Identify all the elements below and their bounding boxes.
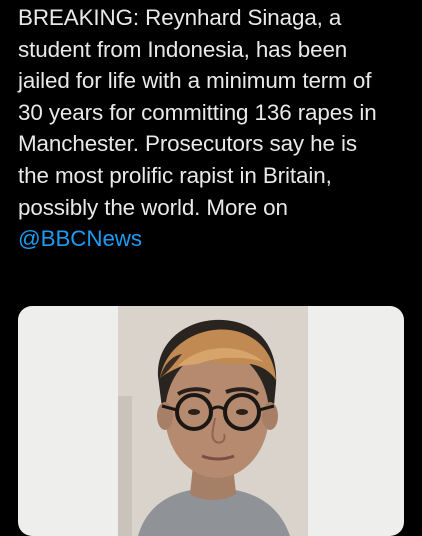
- mugshot-photo: [118, 306, 308, 536]
- tweet-text-line: the most prolific rapist in Britain,: [18, 162, 332, 188]
- tweet-text-line: student from Indonesia, has been: [18, 36, 348, 62]
- tweet-text-line: BREAKING: Reynhard Sinaga, a: [18, 5, 342, 30]
- tweet-text-line: Manchester. Prosecutors say he is: [18, 131, 357, 157]
- portrait-image: [118, 306, 308, 536]
- tweet-text: BREAKING: Reynhard Sinaga, a student fro…: [18, 2, 416, 255]
- tweet-text-line: 30 years for committing 136 rapes in: [18, 99, 377, 125]
- tweet-text-line: jailed for life with a minimum term of: [18, 68, 372, 94]
- tweet-text-line: possibly the world. More on: [18, 194, 288, 220]
- media-card[interactable]: [18, 306, 404, 536]
- mention-link[interactable]: @BBCNews: [18, 223, 416, 255]
